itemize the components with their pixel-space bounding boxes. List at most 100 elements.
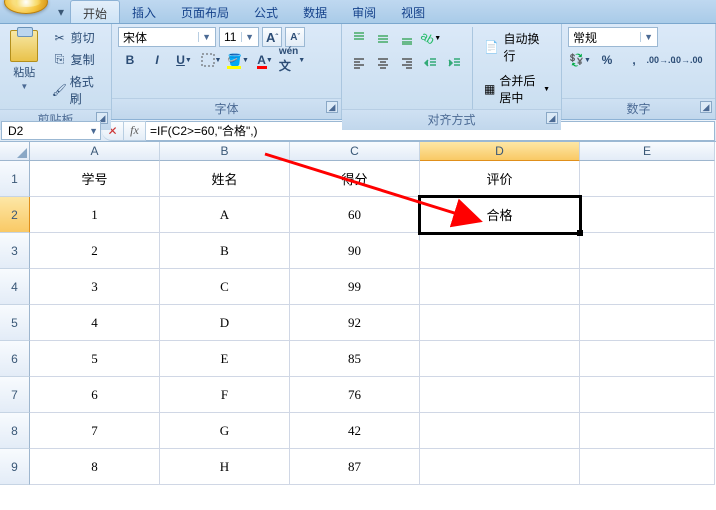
cell[interactable]: 1 (30, 197, 160, 233)
row-header-8[interactable]: 8 (0, 413, 30, 449)
qat-dropdown[interactable]: ▾ (52, 0, 70, 23)
cell[interactable]: 2 (30, 233, 160, 269)
font-color-button[interactable]: A▼ (253, 50, 277, 70)
cell[interactable]: A (160, 197, 290, 233)
row-header-2[interactable]: 2 (0, 197, 30, 233)
number-format-combo[interactable]: 常规▼ (568, 27, 658, 47)
font-dialog-launcher[interactable]: ◢ (326, 101, 338, 113)
font-name-combo[interactable]: 宋体▼ (118, 27, 216, 47)
col-header-E[interactable]: E (580, 142, 715, 161)
cell[interactable] (580, 197, 715, 233)
select-all-button[interactable] (0, 142, 30, 161)
orientation-button[interactable]: ab▼ (420, 27, 442, 49)
cell[interactable] (580, 341, 715, 377)
cell[interactable]: 合格 (420, 197, 580, 233)
cell[interactable] (420, 341, 580, 377)
shrink-font-button[interactable]: Aˇ (285, 27, 305, 47)
tab-insert[interactable]: 插入 (120, 0, 169, 23)
row-header-7[interactable]: 7 (0, 377, 30, 413)
cell[interactable]: 8 (30, 449, 160, 485)
align-middle-button[interactable] (372, 27, 394, 49)
increase-decimal-button[interactable]: .00→.0 (649, 50, 673, 70)
comma-style-button[interactable]: , (622, 50, 646, 70)
italic-button[interactable]: I (145, 50, 169, 70)
cell[interactable]: B (160, 233, 290, 269)
font-size-combo[interactable]: 11▼ (219, 27, 259, 47)
cell[interactable]: 5 (30, 341, 160, 377)
col-header-B[interactable]: B (160, 142, 290, 161)
cell[interactable]: D (160, 305, 290, 341)
cell[interactable]: 99 (290, 269, 420, 305)
paste-button[interactable]: 粘贴 ▼ (6, 27, 43, 109)
number-dialog-launcher[interactable]: ◢ (700, 101, 712, 113)
row-header-4[interactable]: 4 (0, 269, 30, 305)
grow-font-button[interactable]: Aˆ (262, 27, 282, 47)
cell[interactable]: 87 (290, 449, 420, 485)
cell[interactable]: 4 (30, 305, 160, 341)
cell[interactable]: 学号 (30, 161, 160, 197)
tab-view[interactable]: 视图 (389, 0, 438, 23)
cell[interactable]: 60 (290, 197, 420, 233)
alignment-dialog-launcher[interactable]: ◢ (546, 112, 558, 124)
accounting-format-button[interactable]: 💱▼ (568, 50, 592, 70)
row-header-3[interactable]: 3 (0, 233, 30, 269)
cell[interactable]: 42 (290, 413, 420, 449)
cell[interactable]: 3 (30, 269, 160, 305)
align-left-button[interactable] (348, 52, 370, 74)
office-button[interactable] (4, 0, 48, 14)
increase-indent-button[interactable] (444, 52, 466, 74)
cell[interactable] (420, 449, 580, 485)
tab-review[interactable]: 审阅 (340, 0, 389, 23)
cell[interactable]: F (160, 377, 290, 413)
cell[interactable] (420, 269, 580, 305)
col-header-D[interactable]: D (420, 142, 580, 161)
bold-button[interactable]: B (118, 50, 142, 70)
cell[interactable]: 90 (290, 233, 420, 269)
row-header-1[interactable]: 1 (0, 161, 30, 197)
tab-formulas[interactable]: 公式 (242, 0, 291, 23)
cell[interactable]: 评价 (420, 161, 580, 197)
cell[interactable] (580, 161, 715, 197)
insert-function-button[interactable]: fx (124, 121, 146, 141)
format-painter-button[interactable]: 🖌格式刷 (47, 71, 105, 109)
cell[interactable] (580, 305, 715, 341)
tab-data[interactable]: 数据 (291, 0, 340, 23)
percent-style-button[interactable]: % (595, 50, 619, 70)
cell[interactable] (580, 377, 715, 413)
decrease-decimal-button[interactable]: .0→.00 (676, 50, 700, 70)
cell[interactable]: 6 (30, 377, 160, 413)
align-bottom-button[interactable] (396, 27, 418, 49)
copy-button[interactable]: ⎘复制 (47, 49, 105, 70)
border-button[interactable]: ▼ (199, 50, 223, 70)
cell[interactable] (580, 413, 715, 449)
phonetic-button[interactable]: wén文▼ (280, 50, 304, 70)
cell[interactable]: C (160, 269, 290, 305)
merge-center-button[interactable]: ▦合并后居中▼ (479, 69, 555, 109)
cell[interactable]: 92 (290, 305, 420, 341)
cell[interactable]: 得分 (290, 161, 420, 197)
align-right-button[interactable] (396, 52, 418, 74)
decrease-indent-button[interactable] (420, 52, 442, 74)
cell[interactable]: H (160, 449, 290, 485)
col-header-A[interactable]: A (30, 142, 160, 161)
underline-button[interactable]: U▼ (172, 50, 196, 70)
col-header-C[interactable]: C (290, 142, 420, 161)
row-header-5[interactable]: 5 (0, 305, 30, 341)
tab-page-layout[interactable]: 页面布局 (169, 0, 242, 23)
tab-home[interactable]: 开始 (70, 0, 120, 23)
cell[interactable] (580, 269, 715, 305)
wrap-text-button[interactable]: 📄自动换行 (479, 27, 555, 67)
align-center-button[interactable] (372, 52, 394, 74)
cell[interactable] (420, 413, 580, 449)
cell[interactable]: G (160, 413, 290, 449)
row-header-6[interactable]: 6 (0, 341, 30, 377)
row-header-9[interactable]: 9 (0, 449, 30, 485)
cell[interactable] (420, 305, 580, 341)
cell[interactable] (420, 233, 580, 269)
cell[interactable] (580, 449, 715, 485)
name-box[interactable]: D2▼ (1, 121, 101, 140)
cell[interactable]: 76 (290, 377, 420, 413)
cell[interactable]: 姓名 (160, 161, 290, 197)
cell[interactable]: E (160, 341, 290, 377)
cell[interactable] (420, 377, 580, 413)
